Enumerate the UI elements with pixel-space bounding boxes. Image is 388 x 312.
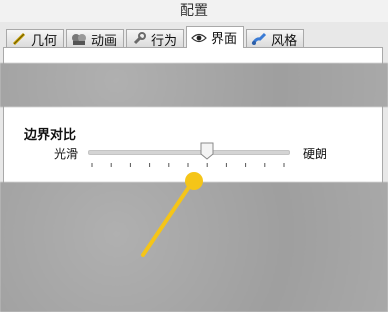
contrast-slider-track[interactable]: [88, 150, 290, 155]
tab-label: 行为: [151, 33, 178, 49]
tab-style[interactable]: 风格: [246, 29, 305, 49]
eye-icon: [191, 31, 207, 45]
ruler-icon: [11, 32, 27, 46]
contrast-slider-thumb[interactable]: [200, 142, 214, 160]
slider-min-label: 光滑: [54, 147, 79, 161]
brush-icon: [251, 32, 267, 46]
tab-label: 风格: [271, 33, 298, 49]
tab-label: 动画: [91, 33, 118, 49]
tab-label: 几何: [31, 33, 58, 49]
slider-max-label: 硬朗: [303, 147, 328, 161]
tab-animation[interactable]: 动画: [66, 29, 125, 49]
tab-interface[interactable]: 界面: [186, 26, 245, 48]
film-reel-icon: [71, 32, 87, 46]
wrench-icon: [131, 32, 147, 46]
tab-geometry[interactable]: 几何: [6, 29, 65, 49]
tab-bar: 几何 动画 行为 界面 风格: [6, 26, 306, 49]
blurred-region: [0, 63, 388, 107]
tab-label: 界面: [211, 32, 238, 47]
tab-behavior[interactable]: 行为: [126, 29, 185, 49]
blurred-region: [0, 182, 388, 312]
window-title: 配置: [0, 0, 388, 22]
contrast-group-title: 边界对比: [24, 128, 77, 143]
